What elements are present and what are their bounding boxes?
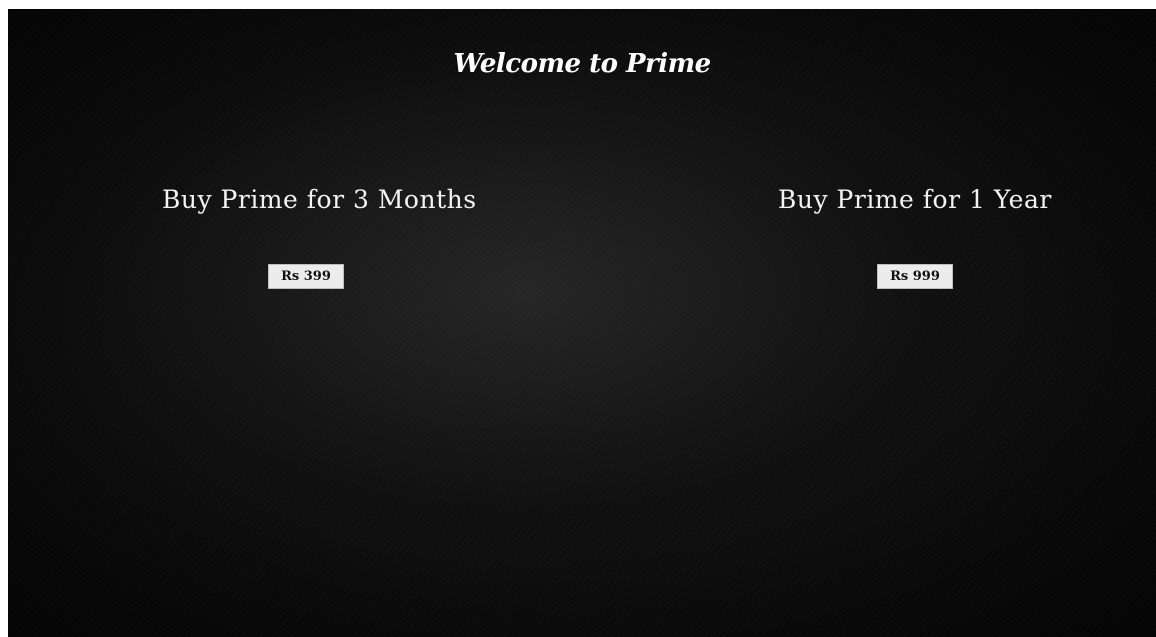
buy-three-months-button[interactable]: Rs 399	[268, 264, 344, 289]
page-title: Welcome to Prime	[453, 49, 711, 79]
plan-three-months-heading: Buy Prime for 3 Months	[162, 185, 477, 214]
plan-one-year-heading: Buy Prime for 1 Year	[778, 185, 1052, 214]
background-vignette	[8, 9, 1156, 637]
page-background: Welcome to Prime Buy Prime for 3 Months …	[8, 9, 1156, 637]
buy-one-year-button[interactable]: Rs 999	[877, 264, 953, 289]
